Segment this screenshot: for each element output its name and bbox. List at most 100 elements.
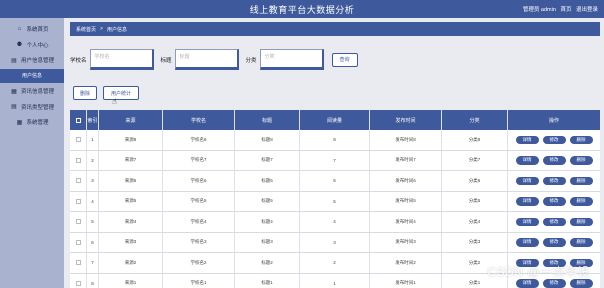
row-delete-button[interactable]: 删除 [569,156,593,165]
table-cell-title: 标题6 [235,171,300,191]
row-delete-button[interactable]: 删除 [569,176,593,185]
sidebar-item-label: 资讯类型管理 [20,104,54,111]
detail-button[interactable]: 详情 [515,156,539,165]
row-delete-button[interactable]: 删除 [569,135,593,144]
detail-button[interactable]: 详情 [515,197,539,206]
table-cell-idx: 1 [87,130,99,150]
table-cell-title: 标题5 [235,191,300,211]
edit-button[interactable]: 修改 [542,156,566,165]
detail-button[interactable]: 详情 [515,238,539,247]
sidebar-item[interactable]: 用户信息 [0,68,64,83]
search-bar: 学校名 学校名 标题 标题 分类 分类 查询 [70,49,358,70]
row-delete-button[interactable]: 删除 [569,197,593,206]
table-row: 1 来源8 学校名8 标题8 8 发布时间8 分类8 详情 修改 删除 [70,130,600,151]
title-label: 标题 [160,57,172,64]
edit-button[interactable]: 修改 [542,176,566,185]
table-cell-school: 学校名8 [163,130,235,150]
edit-button[interactable]: 修改 [542,135,566,144]
table-cell-title: 标题7 [235,150,300,170]
detail-button[interactable]: 详情 [515,135,539,144]
edit-button[interactable]: 修改 [542,279,566,288]
user-icon: ⚉ [16,42,23,48]
detail-button[interactable]: 详情 [515,176,539,185]
delete-button[interactable]: 删除 [73,86,97,100]
table-cell-time: 发布时间7 [370,150,442,170]
app-title: 线上教育平台大数据分析 [249,5,355,15]
row-checkbox[interactable] [75,280,81,286]
table-cell-source: 来源3 [99,232,163,252]
stats-button[interactable]: 用户统计 [103,86,139,100]
row-checkbox[interactable] [75,198,81,204]
action-bar: 删除 用户统计 [73,86,139,100]
row-checkbox[interactable] [75,178,81,184]
table-cell-idx: 8 [87,273,99,288]
table-cell-time: 发布时间1 [370,273,442,288]
sidebar-item[interactable]: ⚉ 个人中心 [0,38,64,52]
table-cell-reads: 6 [300,171,370,191]
sidebar-item-label: 资讯信息管理 [20,89,54,95]
table-cell-title: 标题2 [235,253,300,273]
table-cell-category: 分类4 [442,212,508,232]
row-delete-button[interactable]: 删除 [569,238,593,247]
table-cell-source: 来源8 [99,130,163,150]
row-checkbox[interactable] [75,137,81,143]
table-cell-reads: 8 [300,130,370,150]
table-cell-title: 标题8 [235,130,300,150]
search-button[interactable]: 查询 [331,52,358,67]
table-cell-idx: 3 [87,171,99,191]
table-cell-time: 发布时间3 [370,232,442,252]
row-checkbox[interactable] [75,260,81,266]
sidebar-item-label: 系统首页 [26,27,49,33]
table-cell-source: 来源5 [99,191,163,211]
table-cell-time: 发布时间2 [370,253,442,273]
sidebar-item-label: 用户信息管理 [20,58,54,64]
table-cell-source: 来源7 [99,150,163,170]
table-cell-title: 标题4 [235,212,300,232]
sidebar-item-label: 系统管理 [26,120,49,126]
sidebar-item[interactable]: ▤ 资讯类型管理 [0,100,64,114]
school-input[interactable]: 学校名 [89,49,154,70]
grid-icon: ▦ [11,88,17,95]
table-cell-idx: 4 [87,191,99,211]
logout-link[interactable]: 退出登录 [576,7,598,13]
detail-button[interactable]: 详情 [515,279,539,288]
row-delete-button[interactable]: 删除 [569,279,593,288]
table-cell-school: 学校名7 [163,150,235,170]
sidebar: ⌂ 系统首页 ⚉ 个人中心 ▤ 用户信息管理 用户信息 ▦ 资讯信息管理 ▤ 资讯类型管理 ▦ 系统管理 [0,18,64,288]
table-cell-school: 学校名1 [163,273,235,288]
table-cell-reads: 1 [300,273,370,288]
grid-icon: ▦ [16,119,23,126]
row-checkbox[interactable] [75,157,81,163]
list-icon: ▤ [11,57,17,64]
table-cell-category: 分类7 [442,150,508,170]
sidebar-item[interactable]: ⌂ 系统首页 [0,22,64,36]
edit-button[interactable]: 修改 [542,217,566,226]
table-cell-idx: 5 [87,212,99,232]
column-header: 索引 [87,110,99,130]
breadcrumb-root[interactable]: 系统首页 [76,26,96,33]
table-cell-source: 来源1 [99,273,163,288]
edit-button[interactable]: 修改 [542,197,566,206]
row-checkbox[interactable] [75,219,81,225]
sidebar-item[interactable]: ▦ 资讯信息管理 [0,84,64,98]
category-input[interactable]: 分类 [259,49,324,70]
column-header: 发布时间 [370,110,442,130]
table-cell-source: 来源2 [99,253,163,273]
sidebar-item[interactable]: ▤ 用户信息管理 [0,53,64,67]
breadcrumb-current: 用户信息 [106,26,127,33]
select-all-checkbox[interactable] [75,117,81,123]
table-cell-title: 标题3 [235,232,300,252]
title-input[interactable]: 标题 [174,49,239,70]
table-cell-school: 学校名3 [163,232,235,252]
home-link[interactable]: 首页 [560,7,571,13]
row-delete-button[interactable]: 删除 [569,217,593,226]
detail-button[interactable]: 详情 [515,217,539,226]
table-cell-reads: 5 [300,191,370,211]
table-row: 5 来源4 学校名4 标题4 4 发布时间4 分类4 详情 修改 删除 [70,212,600,233]
row-checkbox[interactable] [75,239,81,245]
sidebar-item[interactable]: ▦ 系统管理 [0,115,64,129]
edit-button[interactable]: 修改 [542,238,566,247]
table-cell-reads: 7 [300,150,370,170]
table-cell-reads: 4 [300,212,370,232]
category-label: 分类 [245,57,257,64]
